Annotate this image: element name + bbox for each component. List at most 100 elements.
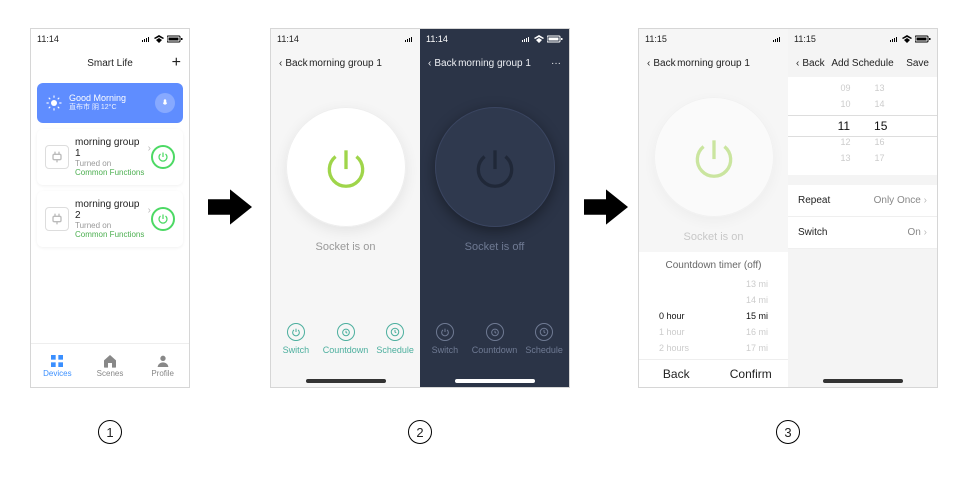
device-status: Turned on xyxy=(75,221,151,230)
navbar: ‹Back morning group 1 ··· xyxy=(420,49,569,77)
sheet-cancel-button[interactable]: Back xyxy=(639,360,714,387)
sun-icon xyxy=(45,94,63,112)
weather-banner[interactable]: Good Morning 直布市 阴 12°C xyxy=(37,83,183,123)
device-card-1[interactable]: morning group 1› Turned on Common Functi… xyxy=(37,129,183,185)
status-indicators xyxy=(404,35,414,43)
tab-countdown[interactable]: Countdown xyxy=(470,323,520,369)
panel-1-phone: 11:14 Smart Life + Good Morning 直布市 阴 12… xyxy=(30,28,190,388)
socket-status: Socket is off xyxy=(420,241,569,253)
status-bar: 11:14 xyxy=(31,29,189,49)
panel-2-phone: 11:14 ‹Back morning group 1 Socket is on… xyxy=(270,28,570,388)
chevron-right-icon: › xyxy=(924,227,927,238)
switch-row[interactable]: Switch On › xyxy=(788,217,937,249)
back-button[interactable]: ‹Back xyxy=(647,58,676,69)
panel-3-phone: 11:15 ‹Back morning group 1 Socket is on… xyxy=(638,28,938,388)
status-bar: 11:15 xyxy=(639,29,788,49)
bottom-tabs: Switch Countdown Schedule xyxy=(420,323,569,369)
power-toggle[interactable] xyxy=(151,145,175,169)
status-time: 11:14 xyxy=(277,34,299,44)
plug-icon xyxy=(45,145,69,169)
save-button[interactable]: Save xyxy=(906,58,929,69)
step-badge-3: 3 xyxy=(776,420,800,444)
status-time: 11:15 xyxy=(794,34,816,44)
navbar: Smart Life + xyxy=(31,49,189,77)
back-button[interactable]: ‹Back xyxy=(428,58,457,69)
sheet-confirm-button[interactable]: Confirm xyxy=(714,360,789,387)
tab-label: Profile xyxy=(151,369,174,378)
power-icon xyxy=(470,142,520,192)
tab-label: Devices xyxy=(43,369,71,378)
time-wheel[interactable]: 13 mi 14 mi 0 hour15 mi 1 hour16 mi 2 ho… xyxy=(639,279,788,359)
row-value: Only Once xyxy=(874,195,921,206)
tab-label: Scenes xyxy=(97,369,124,378)
device-name: morning group 2 xyxy=(75,199,145,221)
navbar: ‹Back morning group 1 xyxy=(639,49,788,77)
device-card-2[interactable]: morning group 2› Turned on Common Functi… xyxy=(37,191,183,247)
timer-icon xyxy=(486,323,504,341)
bottom-tabs: Switch Countdown Schedule xyxy=(271,323,420,369)
power-toggle[interactable] xyxy=(151,207,175,231)
status-indicators xyxy=(772,35,782,43)
power-icon xyxy=(436,323,454,341)
sheet-title: Countdown timer (off) xyxy=(639,252,788,279)
step-badge-1: 1 xyxy=(98,420,122,444)
chevron-left-icon: ‹ xyxy=(279,58,282,69)
home-indicator xyxy=(823,379,903,383)
tab-schedule[interactable]: Schedule xyxy=(370,323,420,369)
more-button[interactable]: ··· xyxy=(551,58,561,69)
status-time: 11:14 xyxy=(37,34,59,44)
status-bar: 11:14 xyxy=(420,29,569,49)
panel-3-left: 11:15 ‹Back morning group 1 Socket is on… xyxy=(639,29,788,387)
navbar: ‹Back morning group 1 xyxy=(271,49,420,77)
power-icon xyxy=(689,132,739,182)
power-button[interactable] xyxy=(435,107,555,227)
tab-label: Schedule xyxy=(525,345,563,355)
navbar: ‹Back Add Schedule Save xyxy=(788,49,937,77)
back-button[interactable]: ‹Back xyxy=(279,58,308,69)
add-button[interactable]: + xyxy=(172,54,181,72)
power-icon xyxy=(287,323,305,341)
timer-icon xyxy=(337,323,355,341)
chevron-right-icon: › xyxy=(148,143,151,154)
mic-button[interactable] xyxy=(155,93,175,113)
home-indicator xyxy=(455,379,535,383)
home-icon xyxy=(102,353,118,369)
status-indicators xyxy=(889,35,931,43)
banner-title: Good Morning xyxy=(69,93,155,104)
schedule-time-picker[interactable]: 0913 1014 1115 1216 1317 xyxy=(788,77,937,175)
power-button xyxy=(654,97,774,217)
grid-icon xyxy=(49,353,65,369)
arrow-icon xyxy=(208,185,252,229)
countdown-sheet: Countdown timer (off) 13 mi 14 mi 0 hour… xyxy=(639,252,788,387)
chevron-left-icon: ‹ xyxy=(796,58,799,69)
tab-switch[interactable]: Switch xyxy=(420,323,470,369)
tab-label: Schedule xyxy=(376,345,414,355)
banner-subtitle: 直布市 阴 12°C xyxy=(69,104,155,112)
status-time: 11:14 xyxy=(426,34,448,44)
back-button[interactable]: ‹Back xyxy=(796,58,825,69)
tab-devices[interactable]: Devices xyxy=(31,344,84,387)
tab-countdown[interactable]: Countdown xyxy=(321,323,371,369)
common-functions-link[interactable]: Common Functions xyxy=(75,168,151,177)
tab-schedule[interactable]: Schedule xyxy=(519,323,569,369)
device-status: Turned on xyxy=(75,159,151,168)
device-name: morning group 1 xyxy=(75,137,145,159)
clock-icon xyxy=(535,323,553,341)
socket-status: Socket is on xyxy=(639,231,788,243)
panel-2-right: 11:14 ‹Back morning group 1 ··· Socket i… xyxy=(420,29,569,387)
tab-switch[interactable]: Switch xyxy=(271,323,321,369)
tab-label: Switch xyxy=(432,345,459,355)
chevron-left-icon: ‹ xyxy=(428,58,431,69)
repeat-row[interactable]: Repeat Only Once › xyxy=(788,185,937,217)
tab-bar: Devices Scenes Profile xyxy=(31,343,189,387)
tab-scenes[interactable]: Scenes xyxy=(84,344,137,387)
common-functions-link[interactable]: Common Functions xyxy=(75,230,151,239)
row-label: Repeat xyxy=(798,195,830,206)
socket-status: Socket is on xyxy=(271,241,420,253)
power-button[interactable] xyxy=(286,107,406,227)
panel-3-right: 11:15 ‹Back Add Schedule Save 0913 1014 … xyxy=(788,29,937,387)
row-value: On xyxy=(908,227,921,238)
chevron-right-icon: › xyxy=(924,195,927,206)
person-icon xyxy=(155,353,171,369)
tab-profile[interactable]: Profile xyxy=(136,344,189,387)
